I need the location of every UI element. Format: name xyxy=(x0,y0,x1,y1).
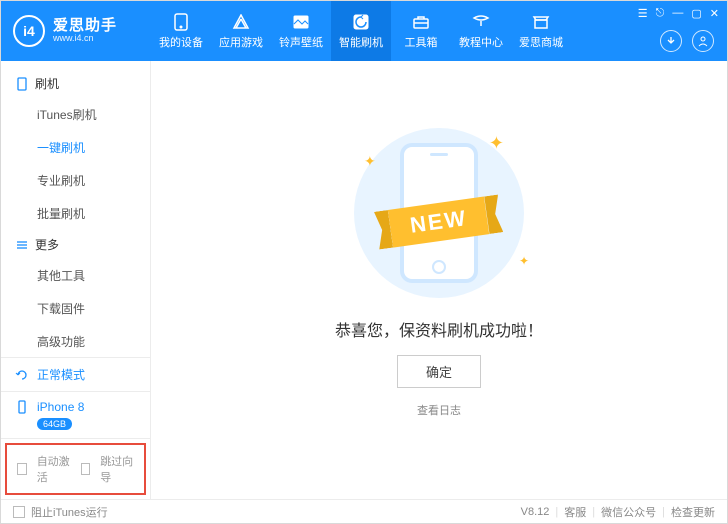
block-itunes-checkbox[interactable] xyxy=(13,506,25,518)
nav-toolbox[interactable]: 工具箱 xyxy=(391,1,451,61)
nav-flash[interactable]: 智能刷机 xyxy=(331,1,391,61)
nav-label: 智能刷机 xyxy=(339,34,383,50)
sidebar-item-advanced[interactable]: 高级功能 xyxy=(1,325,150,357)
lock-icon[interactable]: ⎋ xyxy=(656,7,665,20)
nav-label: 工具箱 xyxy=(405,34,438,50)
sidebar: 刷机 iTunes刷机 一键刷机 专业刷机 批量刷机 更多 其他工具 下载固件 … xyxy=(1,61,151,499)
apps-icon xyxy=(231,13,251,31)
nav-ringtones[interactable]: 铃声壁纸 xyxy=(271,1,331,61)
view-log-link[interactable]: 查看日志 xyxy=(417,402,461,418)
opt-skip-wizard: 跳过向导 xyxy=(100,453,134,485)
auto-activate-checkbox[interactable] xyxy=(17,463,27,475)
success-message: 恭喜您，保资料刷机成功啦！ xyxy=(335,317,543,341)
refresh-icon xyxy=(15,368,29,382)
device-icon xyxy=(15,400,29,414)
minimize-button[interactable]: — xyxy=(672,7,683,20)
nav-store[interactable]: 爱思商城 xyxy=(511,1,571,61)
status-bar: 阻止iTunes运行 V8.12 | 客服 | 微信公众号 | 检查更新 xyxy=(1,499,727,523)
skip-wizard-checkbox[interactable] xyxy=(81,463,91,475)
sidebar-item-pro-flash[interactable]: 专业刷机 xyxy=(1,164,150,197)
app-header: i4 爱思助手 www.i4.cn 我的设备 应用游戏 铃声壁纸 智能刷机 xyxy=(1,1,727,61)
device-mode[interactable]: 正常模式 xyxy=(1,358,150,392)
close-button[interactable]: ✕ xyxy=(710,7,719,20)
wechat-link[interactable]: 微信公众号 xyxy=(601,504,656,520)
support-link[interactable]: 客服 xyxy=(564,504,586,520)
main-nav: 我的设备 应用游戏 铃声壁纸 智能刷机 工具箱 教程中心 xyxy=(151,1,638,61)
version-label: V8.12 xyxy=(521,506,550,518)
phone-icon xyxy=(171,13,191,31)
sidebar-item-other-tools[interactable]: 其他工具 xyxy=(1,259,150,292)
app-logo: i4 爱思助手 www.i4.cn xyxy=(1,1,151,61)
confirm-button[interactable]: 确定 xyxy=(397,355,481,388)
nav-label: 铃声壁纸 xyxy=(279,34,323,50)
device-name: iPhone 8 xyxy=(37,400,84,414)
block-itunes-label: 阻止iTunes运行 xyxy=(31,504,108,520)
opt-auto-activate: 自动激活 xyxy=(37,453,71,485)
device-info[interactable]: iPhone 8 64GB xyxy=(1,392,150,439)
brand-url: www.i4.cn xyxy=(53,34,117,44)
download-button[interactable] xyxy=(660,30,682,52)
star-icon: ✦ xyxy=(489,133,504,154)
user-button[interactable] xyxy=(692,30,714,52)
sidebar-group-more: 更多 xyxy=(1,230,150,259)
logo-icon: i4 xyxy=(13,15,45,47)
maximize-button[interactable]: ▢ xyxy=(691,7,701,20)
nav-tutorials[interactable]: 教程中心 xyxy=(451,1,511,61)
flash-icon xyxy=(351,13,371,31)
nav-label: 我的设备 xyxy=(159,34,203,50)
star-icon: ✦ xyxy=(519,254,529,268)
brand-name: 爱思助手 xyxy=(53,18,117,35)
success-illustration: ✦ ✦ ✦ NEW xyxy=(334,123,544,303)
toolbox-icon xyxy=(411,13,431,31)
star-icon: ✦ xyxy=(364,153,376,170)
nav-my-device[interactable]: 我的设备 xyxy=(151,1,211,61)
group-title: 刷机 xyxy=(35,75,59,92)
nav-label: 教程中心 xyxy=(459,34,503,50)
mode-label: 正常模式 xyxy=(37,366,85,383)
main-content: ✦ ✦ ✦ NEW 恭喜您，保资料刷机成功啦！ 确定 查看日志 xyxy=(151,61,727,499)
flash-options-highlighted: 自动激活 跳过向导 xyxy=(5,443,146,495)
tutorial-icon xyxy=(471,13,491,31)
check-update-link[interactable]: 检查更新 xyxy=(671,504,715,520)
sidebar-item-itunes-flash[interactable]: iTunes刷机 xyxy=(1,98,150,131)
wallpaper-icon xyxy=(291,13,311,31)
group-title: 更多 xyxy=(35,236,59,253)
store-icon xyxy=(531,13,551,31)
sidebar-group-flash: 刷机 xyxy=(1,69,150,98)
sidebar-item-oneclick-flash[interactable]: 一键刷机 xyxy=(1,131,150,164)
storage-badge: 64GB xyxy=(37,418,72,430)
nav-label: 爱思商城 xyxy=(519,34,563,50)
nav-apps[interactable]: 应用游戏 xyxy=(211,1,271,61)
sidebar-item-download-fw[interactable]: 下载固件 xyxy=(1,292,150,325)
phone-icon xyxy=(15,77,29,91)
list-icon xyxy=(15,238,29,252)
nav-label: 应用游戏 xyxy=(219,34,263,50)
sidebar-item-batch-flash[interactable]: 批量刷机 xyxy=(1,197,150,230)
menu-icon[interactable]: ☰ xyxy=(638,7,648,20)
